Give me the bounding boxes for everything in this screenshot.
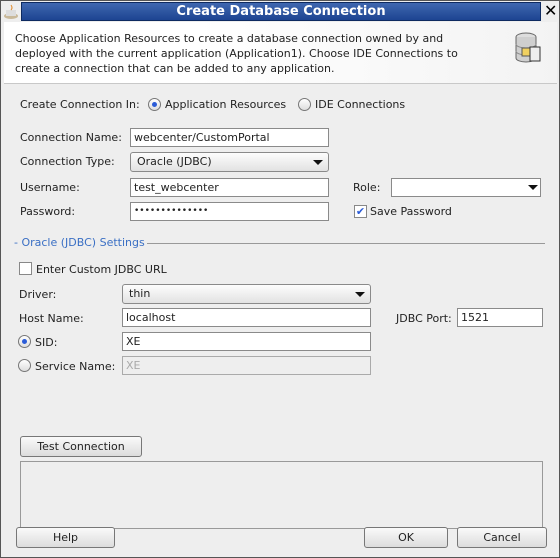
app-icon [4,4,18,19]
sid-label[interactable]: SID: [35,336,57,349]
role-label: Role: [353,181,381,194]
connection-type-value: Oracle (JDBC) [137,155,212,168]
title-bar: Create Database Connection ✕ [1,1,559,23]
service-name-label[interactable]: Service Name: [35,360,115,373]
application-resources-label[interactable]: Application Resources [165,98,286,111]
connection-name-label: Connection Name: [20,131,122,144]
cancel-button[interactable]: Cancel [457,527,547,548]
create-in-label: Create Connection In: [20,98,140,111]
connection-type-label: Connection Type: [20,155,115,168]
window-title: Create Database Connection [21,2,541,21]
chevron-down-icon [528,185,538,190]
oracle-settings-header: - Oracle (JDBC) Settings [14,236,145,249]
custom-jdbc-url-checkbox[interactable] [19,262,32,275]
host-name-input[interactable]: localhost [122,308,371,327]
radio-service-name[interactable] [18,359,31,372]
section-divider [147,243,545,244]
close-icon[interactable]: ✕ [544,2,557,20]
save-password-label[interactable]: Save Password [370,205,452,218]
role-select[interactable] [391,178,541,197]
radio-ide-connections[interactable] [298,98,311,111]
driver-value: thin [129,287,151,300]
test-connection-button[interactable]: Test Connection [20,436,142,457]
service-name-input: XE [122,356,371,375]
dialog-window: Create Database Connection ✕ Choose Appl… [0,0,560,558]
jdbc-port-input[interactable]: 1521 [457,308,543,327]
username-label: Username: [20,181,80,194]
chevron-down-icon [313,160,323,165]
database-connection-icon [515,32,541,63]
chevron-down-icon [355,292,365,297]
description-header: Choose Application Resources to create a… [4,22,557,84]
test-status-area [20,461,543,529]
driver-label: Driver: [19,288,57,301]
radio-sid[interactable] [18,335,31,348]
ok-button[interactable]: OK [364,527,448,548]
host-name-label: Host Name: [19,312,84,325]
help-button[interactable]: Help [16,527,115,548]
ide-connections-label[interactable]: IDE Connections [315,98,405,111]
description-text: Choose Application Resources to create a… [15,32,458,75]
username-input[interactable]: test_webcenter [130,178,329,197]
jdbc-port-label: JDBC Port: [396,312,452,325]
driver-select[interactable]: thin [122,284,371,304]
connection-type-select[interactable]: Oracle (JDBC) [130,152,329,172]
connection-name-input[interactable]: webcenter/CustomPortal [130,128,329,147]
custom-jdbc-url-label[interactable]: Enter Custom JDBC URL [36,263,167,276]
sid-input[interactable]: XE [122,332,371,351]
save-password-checkbox[interactable]: ✔ [354,205,367,218]
radio-application-resources[interactable] [148,98,161,111]
password-input[interactable]: •••••••••••••• [130,202,329,221]
password-label: Password: [20,205,76,218]
